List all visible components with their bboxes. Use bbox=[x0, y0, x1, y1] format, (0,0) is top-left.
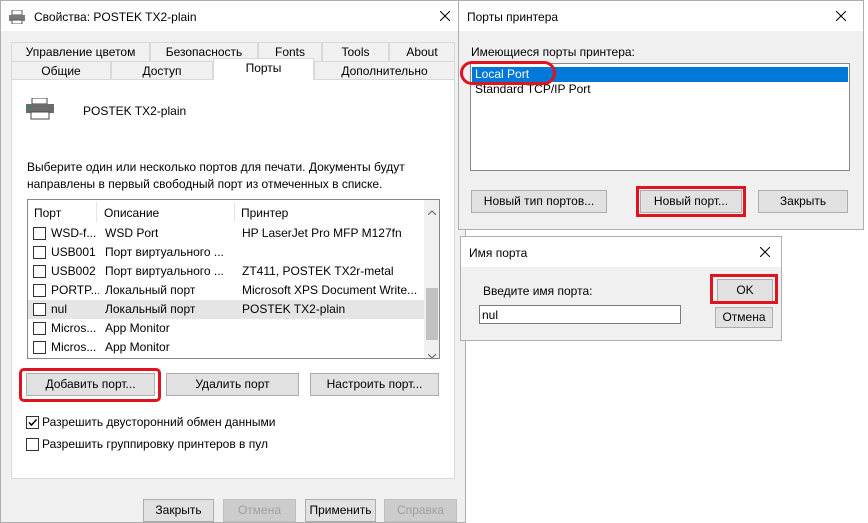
available-ports-list[interactable]: Local Port Standard TCP/IP Port bbox=[470, 63, 850, 171]
ports-dialog-close-button[interactable] bbox=[819, 1, 863, 31]
ports-description-line2: направлены в первый свободный порт из от… bbox=[27, 177, 383, 191]
port-row[interactable]: USB001 Порт виртуального ... bbox=[28, 243, 424, 262]
port-row-printer: Microsoft XPS Document Write... bbox=[242, 283, 418, 297]
port-list-header: Порт Описание Принтер bbox=[28, 200, 424, 224]
port-row-desc: Локальный порт bbox=[105, 283, 196, 297]
apply-button[interactable]: Применить bbox=[305, 499, 376, 522]
port-row[interactable]: WSD-f... WSD Port HP LaserJet Pro MFP M127… bbox=[28, 224, 424, 243]
port-name-input[interactable] bbox=[479, 305, 681, 324]
port-name-close-button[interactable] bbox=[747, 237, 783, 267]
add-port-button[interactable]: Добавить порт... bbox=[26, 373, 155, 396]
port-name-prompt: Введите имя порта: bbox=[483, 284, 593, 298]
port-row-checkbox[interactable] bbox=[33, 303, 46, 316]
port-row-checkbox[interactable] bbox=[33, 227, 46, 240]
tab-ports[interactable]: Порты bbox=[213, 58, 314, 80]
bidi-checkbox[interactable] bbox=[26, 416, 39, 429]
port-row[interactable]: Micros... App Monitor bbox=[28, 319, 424, 338]
pool-checkbox[interactable] bbox=[26, 438, 39, 451]
properties-titlebar: Свойства: POSTEK TX2-plain bbox=[1, 1, 465, 31]
column-header-printer[interactable]: Принтер bbox=[241, 206, 288, 220]
port-row-printer: POSTEK TX2-plain bbox=[242, 302, 346, 316]
printer-icon bbox=[26, 97, 54, 123]
port-row-port: USB002 bbox=[51, 264, 96, 278]
new-port-button[interactable]: Новый порт... bbox=[640, 190, 742, 213]
port-row-printer: HP LaserJet Pro MFP M127fn bbox=[242, 226, 402, 240]
pool-label: Разрешить группировку принтеров в пул bbox=[42, 437, 269, 451]
printer-name-label: POSTEK TX2-plain bbox=[83, 104, 187, 118]
port-name-title: Имя порта bbox=[469, 246, 528, 260]
port-row-port: USB001 bbox=[51, 245, 96, 259]
available-ports-label: Имеющиеся порты принтера: bbox=[471, 45, 635, 59]
port-row-desc: App Monitor bbox=[105, 321, 170, 335]
new-port-type-button[interactable]: Новый тип портов... bbox=[471, 190, 607, 213]
configure-port-button[interactable]: Настроить порт... bbox=[310, 373, 439, 396]
close-icon bbox=[440, 11, 450, 21]
help-button[interactable]: Справка bbox=[384, 499, 457, 522]
port-row[interactable]: USB002 Порт виртуального ... ZT411, POSTEK… bbox=[28, 262, 424, 281]
port-row-checkbox[interactable] bbox=[33, 284, 46, 297]
ports-dialog-title: Порты принтера bbox=[467, 10, 559, 24]
port-row-desc: App Monitor bbox=[105, 340, 170, 354]
scrollbar-thumb[interactable] bbox=[426, 288, 438, 340]
bidi-label: Разрешить двусторонний обмен данными bbox=[42, 415, 276, 429]
port-row-port: nul bbox=[51, 302, 68, 316]
tab-color-management[interactable]: Управление цветом bbox=[11, 42, 150, 61]
port-list[interactable]: Порт Описание Принтер WSD-f... WSD Port HP… bbox=[27, 199, 440, 359]
ok-button[interactable]: OK bbox=[717, 279, 773, 302]
port-name-titlebar: Имя порта bbox=[461, 237, 781, 267]
scroll-down-icon[interactable] bbox=[427, 348, 437, 358]
port-row-desc: Порт виртуального ... bbox=[105, 264, 224, 278]
scroll-up-icon[interactable] bbox=[427, 204, 437, 218]
column-header-port[interactable]: Порт bbox=[34, 206, 61, 220]
port-row-checkbox[interactable] bbox=[33, 322, 46, 335]
port-row-port: PORTP... bbox=[51, 283, 99, 297]
port-row[interactable]: nul Локальный порт POSTEK TX2-plain bbox=[28, 300, 424, 319]
port-row[interactable]: Micros... App Monitor bbox=[28, 338, 424, 357]
port-row-port: Micros... bbox=[51, 321, 97, 335]
tab-sharing[interactable]: Доступ bbox=[111, 61, 213, 80]
port-row[interactable]: PORTP... Локальный порт Microsoft XPS Docu… bbox=[28, 281, 424, 300]
port-row-checkbox[interactable] bbox=[33, 341, 46, 354]
available-port-item[interactable]: Local Port bbox=[472, 67, 848, 82]
port-row-desc: Порт виртуального ... bbox=[105, 245, 224, 259]
properties-title: Свойства: POSTEK TX2-plain bbox=[34, 10, 197, 24]
port-row-port: Micros... bbox=[51, 340, 97, 354]
port-row-desc: Локальный порт bbox=[105, 302, 196, 316]
ports-close-button[interactable]: Закрыть bbox=[758, 190, 848, 213]
column-header-description[interactable]: Описание bbox=[104, 206, 159, 220]
close-icon bbox=[836, 11, 846, 21]
printer-ports-dialog: Порты принтера Имеющиеся порты принтера:… bbox=[458, 0, 864, 230]
printer-title-icon bbox=[9, 9, 25, 27]
tab-general[interactable]: Общие bbox=[11, 61, 111, 80]
printer-properties-window: Свойства: POSTEK TX2-plain Управление цв… bbox=[0, 0, 466, 523]
ports-dialog-titlebar: Порты принтера bbox=[459, 1, 863, 31]
port-row-checkbox[interactable] bbox=[33, 265, 46, 278]
tab-advanced[interactable]: Дополнительно bbox=[314, 61, 455, 80]
cancel-button[interactable]: Отмена bbox=[223, 499, 296, 522]
checkmark-icon bbox=[28, 418, 38, 427]
port-list-scrollbar[interactable] bbox=[424, 200, 439, 358]
port-name-cancel-button[interactable]: Отмена bbox=[715, 307, 773, 328]
tab-tools[interactable]: Tools bbox=[322, 42, 389, 61]
port-name-dialog: Имя порта Введите имя порта: OK Отмена bbox=[460, 236, 782, 341]
close-button[interactable]: Закрыть bbox=[143, 499, 214, 522]
port-row-checkbox[interactable] bbox=[33, 246, 46, 259]
ports-description-line1: Выберите один или несколько портов для п… bbox=[27, 160, 405, 174]
close-icon bbox=[760, 247, 770, 257]
tab-about[interactable]: About bbox=[389, 42, 455, 61]
port-row-port: WSD-f... bbox=[51, 226, 97, 240]
port-row-printer: ZT411, POSTEK TX2r-metal bbox=[242, 264, 394, 278]
port-row-desc: WSD Port bbox=[105, 226, 159, 240]
available-port-item[interactable]: Standard TCP/IP Port bbox=[472, 82, 848, 97]
delete-port-button[interactable]: Удалить порт bbox=[166, 373, 299, 396]
